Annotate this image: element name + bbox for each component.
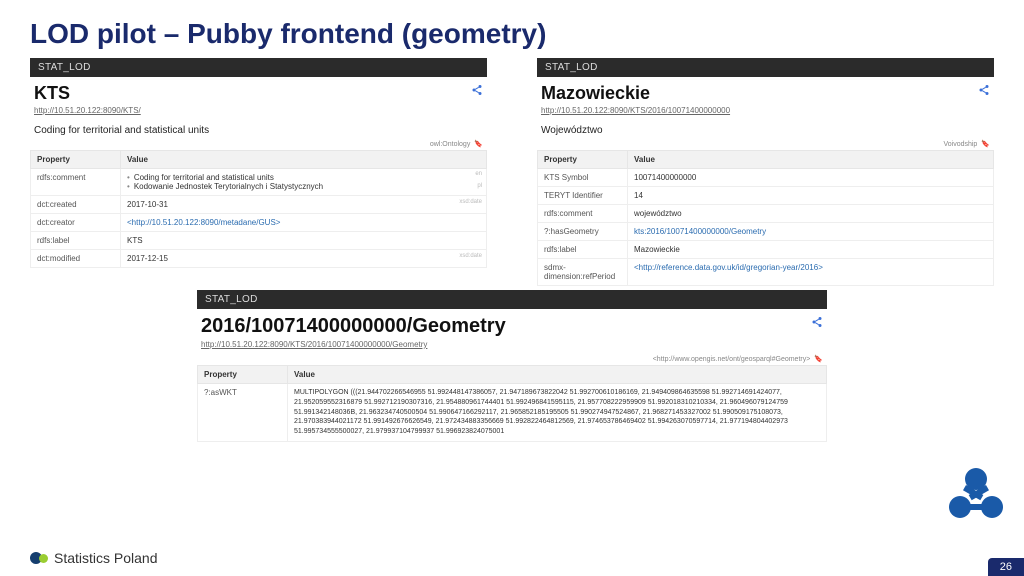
type-tag: <http://www.opengis.net/ont/geosparql#Ge… [653,356,811,363]
app-bar: STAT_LOD [30,58,487,77]
table-row: dct:created 2017-10-31xsd:date [31,196,487,214]
resource-subtitle: Województwo [537,119,994,138]
col-value: Value [121,151,487,169]
col-property: Property [198,366,288,384]
rdf-graph-icon [946,465,1006,526]
tag-icon: 🔖 [981,141,990,148]
resource-title: 2016/10071400000000/Geometry [201,315,506,338]
share-icon[interactable] [978,83,990,101]
resource-url[interactable]: http://10.51.20.122:8090/KTS/2016/100714… [197,340,827,353]
table-row: ?:asWKT MULTIPOLYGON (((21.9447022665469… [198,384,827,442]
type-tag: Voivodship [943,141,977,148]
table-row: ?:hasGeometrykts:2016/10071400000000/Geo… [538,223,994,241]
table-row: KTS Symbol10071400000000 [538,169,994,187]
resource-url[interactable]: http://10.51.20.122:8090/KTS/ [30,106,487,119]
table-row: rdfs:label KTS [31,232,487,250]
table-row: dct:creator <http://10.51.20.122:8090/me… [31,214,487,232]
page-number: 26 [988,558,1024,576]
app-bar: STAT_LOD [537,58,994,77]
table-row: rdfs:labelMazowieckie [538,241,994,259]
tag-icon: 🔖 [814,356,823,363]
property-table: Property Value ?:asWKT MULTIPOLYGON (((2… [197,365,827,442]
share-icon[interactable] [471,83,483,101]
resource-title: KTS [34,83,70,104]
table-row: sdmx-dimension:refPeriod<http://referenc… [538,259,994,286]
property-table: Property Value KTS Symbol10071400000000 … [537,150,994,286]
table-row: dct:modified 2017-12-15xsd:date [31,250,487,268]
table-row: TERYT Identifier14 [538,187,994,205]
panel-mazowieckie: STAT_LOD Mazowieckie http://10.51.20.122… [537,58,994,286]
col-value: Value [628,151,994,169]
app-bar: STAT_LOD [197,290,827,309]
refperiod-link: <http://reference.data.gov.uk/id/gregori… [634,263,823,272]
resource-title: Mazowieckie [541,83,650,104]
creator-link: <http://10.51.20.122:8090/metadane/GUS> [127,218,280,227]
type-tag: owl:Ontology [430,141,470,148]
col-property: Property [31,151,121,169]
geometry-link: kts:2016/10071400000000/Geometry [634,227,766,236]
slide-title: LOD pilot – Pubby frontend (geometry) [0,0,1024,58]
table-row: rdfs:commentwojewództwo [538,205,994,223]
resource-subtitle: Coding for territorial and statistical u… [30,119,487,138]
property-table: Property Value rdfs:comment •Coding for … [30,150,487,268]
logo-dot-icon [39,554,48,563]
col-property: Property [538,151,628,169]
resource-url[interactable]: http://10.51.20.122:8090/KTS/2016/100714… [537,106,994,119]
tag-icon: 🔖 [474,141,483,148]
share-icon[interactable] [811,315,823,333]
footer-brand: Statistics Poland [30,550,158,566]
panel-kts: STAT_LOD KTS http://10.51.20.122:8090/KT… [30,58,487,286]
table-row: rdfs:comment •Coding for territorial and… [31,169,487,196]
col-value: Value [288,366,827,384]
brand-text: Statistics Poland [54,550,158,566]
panel-geometry: STAT_LOD 2016/10071400000000/Geometry ht… [197,290,827,442]
